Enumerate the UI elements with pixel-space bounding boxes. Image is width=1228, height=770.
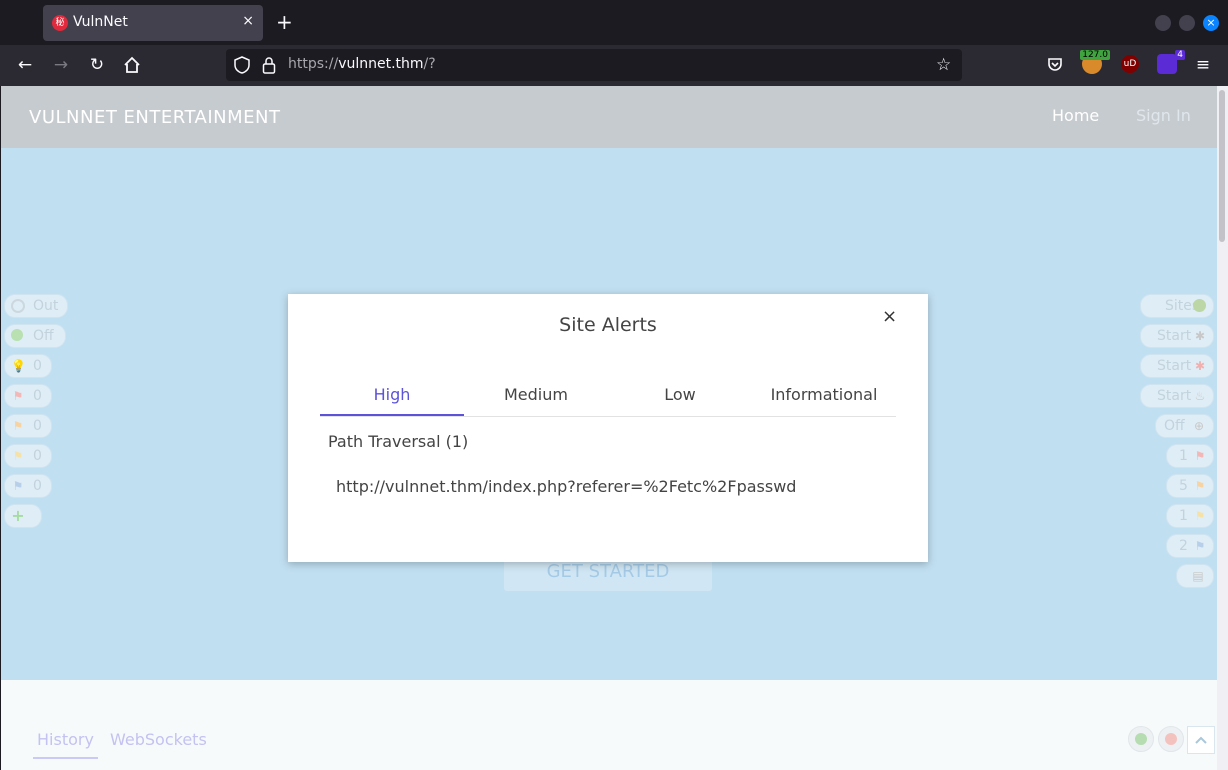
- hud-page-alerts-low[interactable]: ⚑ 0: [4, 444, 52, 468]
- globe-icon: [1193, 299, 1206, 312]
- flag-low-icon: ⚑: [1194, 509, 1206, 523]
- flag-info-icon: ⚑: [1194, 539, 1206, 553]
- bookmark-star-icon[interactable]: ☆: [936, 56, 951, 74]
- hud-page-alerts-medium[interactable]: ⚑ 0: [4, 414, 52, 438]
- flag-low-icon: ⚑: [12, 449, 24, 463]
- lock-icon[interactable]: [262, 56, 276, 79]
- target-icon: [11, 299, 25, 313]
- forward-arrow-icon[interactable]: →: [50, 54, 72, 76]
- back-arrow-icon[interactable]: ←: [14, 54, 36, 76]
- hud-page-alerts-info[interactable]: ⚑ 0: [4, 474, 52, 498]
- site-header: VULNNET ENTERTAINMENT Home Sign In: [1, 86, 1217, 148]
- flag-info-icon: ⚑: [12, 479, 24, 493]
- hud-ajax-spider-button[interactable]: Start ✱: [1140, 354, 1214, 378]
- hud-sites-button[interactable]: Sites: [1140, 294, 1214, 318]
- plus-icon: +: [11, 506, 25, 525]
- ublock-icon[interactable]: uD: [1121, 55, 1139, 73]
- dialog-title: Site Alerts: [559, 314, 657, 336]
- hud-site-alerts-medium[interactable]: 5 ⚑: [1166, 474, 1214, 498]
- hud-site-alerts-low[interactable]: 1 ⚑: [1166, 504, 1214, 528]
- hud-break-button[interactable]: Off: [4, 324, 66, 348]
- menu-hamburger-icon[interactable]: ≡: [1192, 54, 1214, 76]
- site-brand[interactable]: VULNNET ENTERTAINMENT: [29, 107, 281, 128]
- crosshair-icon: ⊕: [1193, 419, 1205, 433]
- red-dot-icon: [1165, 733, 1177, 745]
- site-favicon-icon: 秘: [52, 15, 68, 31]
- extension-badge: 127.0: [1080, 50, 1110, 60]
- tab-informational[interactable]: Informational: [752, 378, 896, 416]
- tab-history[interactable]: History: [33, 730, 98, 759]
- maximize-button[interactable]: [1179, 15, 1195, 31]
- foxyproxy-extension-icon[interactable]: 127.0: [1080, 50, 1110, 74]
- browser-tab-vulnnet[interactable]: 秘 VulnNet ×: [43, 5, 263, 41]
- hud-notes-button[interactable]: ▤: [1176, 564, 1214, 588]
- hud-spider-button[interactable]: Start ✱: [1140, 324, 1214, 348]
- tab-medium[interactable]: Medium: [464, 378, 608, 416]
- document-icon: ▤: [1192, 569, 1204, 583]
- hud-attack-mode-button[interactable]: Off ⊕: [1155, 414, 1214, 438]
- scrollbar-thumb[interactable]: [1219, 90, 1225, 242]
- flag-medium-icon: ⚑: [12, 419, 24, 433]
- hud-scope-button[interactable]: Out: [4, 294, 68, 318]
- hud-drawer-collapse-button[interactable]: [1187, 726, 1215, 754]
- red-spider-icon: ✱: [1194, 359, 1206, 373]
- hud-show-hidden-button[interactable]: 💡 0: [4, 354, 52, 378]
- url-text[interactable]: https://vulnnet.thm/?: [288, 56, 436, 72]
- extension-count-badge: 4: [1175, 50, 1185, 60]
- wappalyzer-extension-icon[interactable]: 4: [1157, 50, 1185, 74]
- alert-risk-tabs: High Medium Low Informational: [320, 378, 896, 417]
- spider-icon: ✱: [1194, 329, 1206, 343]
- alert-group-path-traversal[interactable]: Path Traversal (1): [328, 432, 468, 451]
- hud-site-alerts-high[interactable]: 1 ⚑: [1166, 444, 1214, 468]
- hud-add-tool-button[interactable]: +: [4, 504, 42, 528]
- window-close-button[interactable]: ×: [1203, 15, 1219, 31]
- tab-close-icon[interactable]: ×: [242, 13, 254, 29]
- hud-bottom-drawer: History WebSockets: [1, 680, 1217, 770]
- hud-break-toggle[interactable]: [1128, 726, 1154, 752]
- shield-icon[interactable]: [234, 56, 250, 79]
- tab-high[interactable]: High: [320, 378, 464, 416]
- navigation-toolbar: ← → ↻ https://vulnnet.thm/? ☆ 127.0 uD 4…: [0, 45, 1228, 86]
- address-bar[interactable]: https://vulnnet.thm/? ☆: [226, 49, 962, 81]
- nav-link-home[interactable]: Home: [1052, 106, 1099, 125]
- home-icon[interactable]: [121, 54, 143, 76]
- flag-high-icon: ⚑: [12, 389, 24, 403]
- flag-medium-icon: ⚑: [1194, 479, 1206, 493]
- alert-instance-url[interactable]: http://vulnnet.thm/index.php?referer=%2F…: [336, 477, 796, 496]
- new-tab-button[interactable]: +: [276, 10, 293, 34]
- lightbulb-icon: 💡: [11, 359, 26, 373]
- dialog-close-icon[interactable]: ×: [882, 306, 897, 327]
- green-dot-icon: [1135, 733, 1147, 745]
- minimize-button[interactable]: [1155, 15, 1171, 31]
- site-alerts-dialog: Site Alerts × High Medium Low Informatio…: [288, 294, 928, 562]
- hud-active-scan-button[interactable]: Start ♨: [1140, 384, 1214, 408]
- pocket-icon[interactable]: [1044, 54, 1066, 76]
- flame-icon: ♨: [1194, 389, 1206, 403]
- hud-page-alerts-high[interactable]: ⚑ 0: [4, 384, 52, 408]
- hud-recording-toggle[interactable]: [1158, 726, 1184, 752]
- tab-strip: 秘 VulnNet × + ×: [0, 0, 1228, 45]
- hud-site-alerts-info[interactable]: 2 ⚑: [1166, 534, 1214, 558]
- nav-link-sign-in[interactable]: Sign In: [1136, 106, 1191, 125]
- tab-title: VulnNet: [73, 14, 128, 30]
- reload-icon[interactable]: ↻: [86, 54, 108, 76]
- status-dot-icon: [11, 329, 23, 341]
- flag-high-icon: ⚑: [1194, 449, 1206, 463]
- tab-websockets[interactable]: WebSockets: [110, 730, 207, 749]
- tab-low[interactable]: Low: [608, 378, 752, 416]
